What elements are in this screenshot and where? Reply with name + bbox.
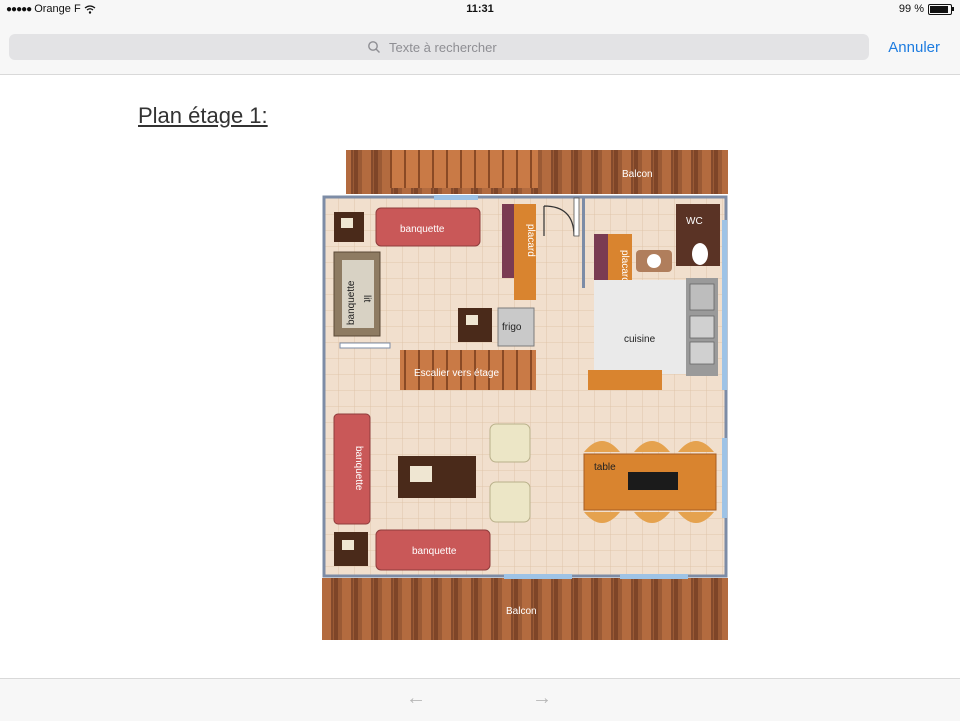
sofa-bed-label: banquette — [346, 280, 357, 325]
balcony-bottom-label: Balcon — [506, 606, 537, 617]
wc-label: WC — [686, 216, 703, 227]
armchair-1 — [489, 423, 531, 463]
stairs-label: Escalier vers étage — [414, 368, 499, 379]
coffee-table-tray — [410, 466, 432, 482]
fridge-label: frigo — [502, 322, 522, 333]
window-bottom-left — [504, 574, 572, 579]
lamp-bottom-left — [342, 540, 354, 550]
coffee-table — [398, 456, 476, 498]
floor-plan: Balcon Balcon banquette banquette lit pl… — [322, 150, 728, 640]
previous-arrow-icon[interactable]: ← — [406, 687, 426, 710]
battery-icon — [928, 3, 954, 15]
closet-1-label: placard — [525, 224, 536, 257]
kitchen-sink — [689, 315, 715, 339]
search-input[interactable] — [387, 38, 511, 56]
table-centerpiece — [628, 472, 678, 490]
kitchen-sink-2 — [689, 341, 715, 365]
partition-wall-kitchen — [582, 198, 585, 288]
status-time: 11:31 — [466, 3, 494, 15]
cancel-button[interactable]: Annuler — [888, 39, 940, 56]
balcony-top-label: Balcon — [622, 169, 653, 180]
next-arrow-icon[interactable]: → — [532, 687, 552, 710]
sink-basin — [647, 254, 661, 268]
window-right-bottom — [722, 438, 727, 518]
document-view[interactable]: Plan étage 1: Balcon Balcon banquette ba… — [0, 75, 960, 678]
search-field[interactable] — [9, 34, 869, 60]
search-toolbar: Annuler — [0, 20, 960, 75]
window-top — [434, 195, 478, 200]
banquette-top-label: banquette — [400, 224, 445, 235]
stove — [689, 283, 715, 311]
kitchen-label: cuisine — [624, 334, 656, 345]
banquette-left-label: banquette — [353, 446, 364, 491]
lamp-middle — [466, 315, 478, 325]
bed-label: lit — [361, 295, 372, 302]
armchair-2 — [489, 481, 531, 523]
window-right-top — [722, 220, 727, 390]
window-bottom-right — [620, 574, 688, 579]
lamp-top-left — [341, 218, 353, 228]
status-right: 99 % — [898, 3, 954, 15]
battery-percent: 99 % — [898, 3, 924, 15]
banquette-bottom-label: banquette — [412, 546, 457, 557]
table-label: table — [594, 462, 616, 473]
kitchen-bar — [588, 370, 662, 390]
toilet — [692, 243, 708, 265]
closet-2-label: placard — [619, 250, 630, 283]
bottom-toolbar: ← → — [0, 678, 960, 721]
door — [573, 197, 580, 237]
partition-wall-stairs — [339, 342, 391, 349]
closet-1-shelf — [502, 204, 514, 278]
search-icon — [368, 41, 380, 53]
status-bar: ●●●●● Orange F 11:31 99 % — [0, 0, 960, 20]
kitchen-area — [594, 280, 688, 374]
plan-title: Plan étage 1: — [138, 103, 268, 128]
stair-rail-top — [390, 150, 538, 188]
